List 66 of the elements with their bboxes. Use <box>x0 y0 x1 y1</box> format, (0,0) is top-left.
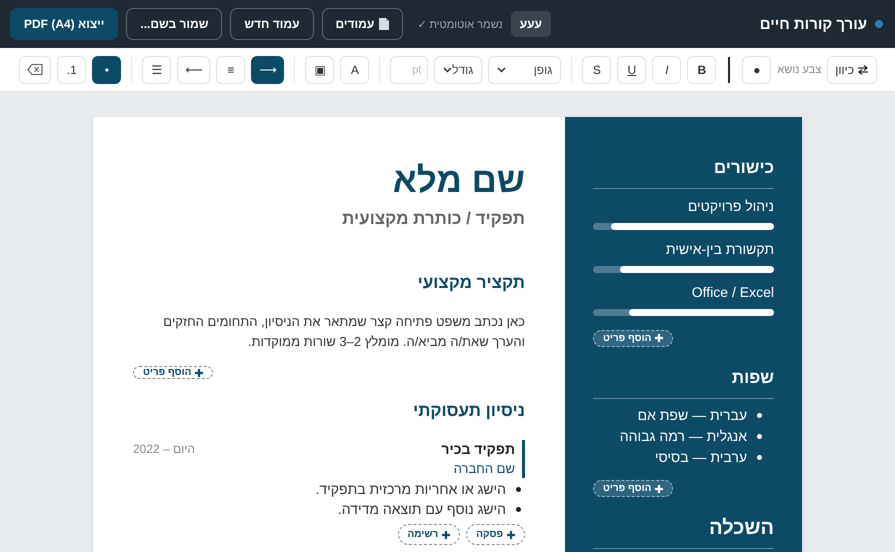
format-button[interactable] <box>19 56 52 84</box>
format-button[interactable]: 1. <box>57 56 86 84</box>
date-range: 2022 – היום <box>133 441 196 458</box>
theme-color-label: צבע נושא <box>777 64 822 76</box>
format-button[interactable]: A <box>340 56 370 84</box>
format-button[interactable]: I <box>652 56 682 84</box>
user-badge: עעע <box>510 11 551 37</box>
job-title: תפקיד / כותרת מקצועית <box>341 209 525 229</box>
dropdown[interactable]: גודל <box>434 56 482 84</box>
format-button[interactable]: כיוון <box>827 56 877 84</box>
add-item-button[interactable]: הוסף פריט <box>133 366 214 379</box>
section-heading: השכלה <box>708 517 774 540</box>
toolbar-button[interactable]: ייצוא PDF (A4) <box>10 8 118 40</box>
chevron-icon <box>443 66 452 72</box>
section-heading: ניסיון תעסוקתי <box>412 400 525 422</box>
size-input[interactable]: pt <box>390 56 428 84</box>
section-heading: תקציר מקצועי <box>416 272 525 294</box>
format-button[interactable]: ● <box>742 56 772 84</box>
toolbar-button[interactable]: שמור בשם... <box>126 8 222 40</box>
position-title: תפקיד בכיר <box>441 440 515 458</box>
page-icon <box>379 18 390 30</box>
format-button[interactable]: • <box>92 56 122 84</box>
plus-icon <box>442 530 450 538</box>
full-name: שם מלא <box>392 160 525 202</box>
format-button[interactable]: S <box>582 56 612 84</box>
format-button[interactable]: ⟶ <box>251 56 284 84</box>
autosave-status: נשמר אוטומטית ✓ <box>417 18 503 30</box>
bullet-icon <box>516 507 521 512</box>
bullet-icon <box>757 454 762 460</box>
achievement-item: הישג נוסף עם תוצאה מדידה. <box>338 501 506 518</box>
format-button[interactable]: ▣ <box>305 56 334 84</box>
plus-icon <box>655 484 664 493</box>
dot-icon <box>875 20 883 28</box>
language-item: אנגלית — רמה גבוהה <box>620 428 747 445</box>
add-item-button[interactable]: הוסף פריט <box>593 330 674 348</box>
summary-paragraph: כאן נכתב משפט פתיחה קצר שמתאר את הניסיון, התחומים החזקים והערך שאת/ה מביא/ה. מומלץ 2–3 שורות ממוקדות. <box>162 313 525 351</box>
section-heading: שפות <box>730 367 774 390</box>
bullet-icon <box>757 412 762 418</box>
skill-name: Office / Excel <box>690 282 774 301</box>
format-button[interactable]: U <box>617 56 646 84</box>
format-button[interactable]: ☰ <box>142 56 172 84</box>
backspace-icon <box>27 64 44 75</box>
toolbar-button[interactable]: עמוד חדש <box>230 8 314 40</box>
format-button[interactable]: B <box>687 56 716 84</box>
skill-name: תקשורת בין-אישית <box>664 240 774 258</box>
bullet-icon <box>516 487 521 492</box>
format-button[interactable]: ≡ <box>216 56 246 84</box>
chevron-icon <box>497 66 506 72</box>
add-item-button[interactable]: הוסף פריט <box>593 480 674 498</box>
language-item: ערבית — בסיסי <box>654 448 747 466</box>
section-heading: כישורים <box>712 157 774 179</box>
plus-icon <box>195 368 204 376</box>
company-name: שם החברה <box>452 460 515 478</box>
swap-icon <box>857 64 869 74</box>
add-block-button[interactable]: פסקה <box>466 524 525 545</box>
skill-name: ניהול פרויקטים <box>686 196 774 215</box>
dropdown[interactable]: גופן <box>488 56 562 84</box>
format-button[interactable]: ⟵ <box>177 56 210 84</box>
bullet-icon <box>757 434 762 439</box>
add-block-button[interactable]: רשימה <box>398 524 460 545</box>
achievement-item: הישג או אחריות מרכזית בתפקיד. <box>316 481 506 498</box>
toolbar-button[interactable]: עמודים <box>322 8 404 40</box>
plus-icon <box>655 334 664 342</box>
plus-icon <box>507 530 515 538</box>
app-title: עורך קורות חיים <box>760 16 867 32</box>
language-item: עברית — שפת אם <box>638 406 747 424</box>
